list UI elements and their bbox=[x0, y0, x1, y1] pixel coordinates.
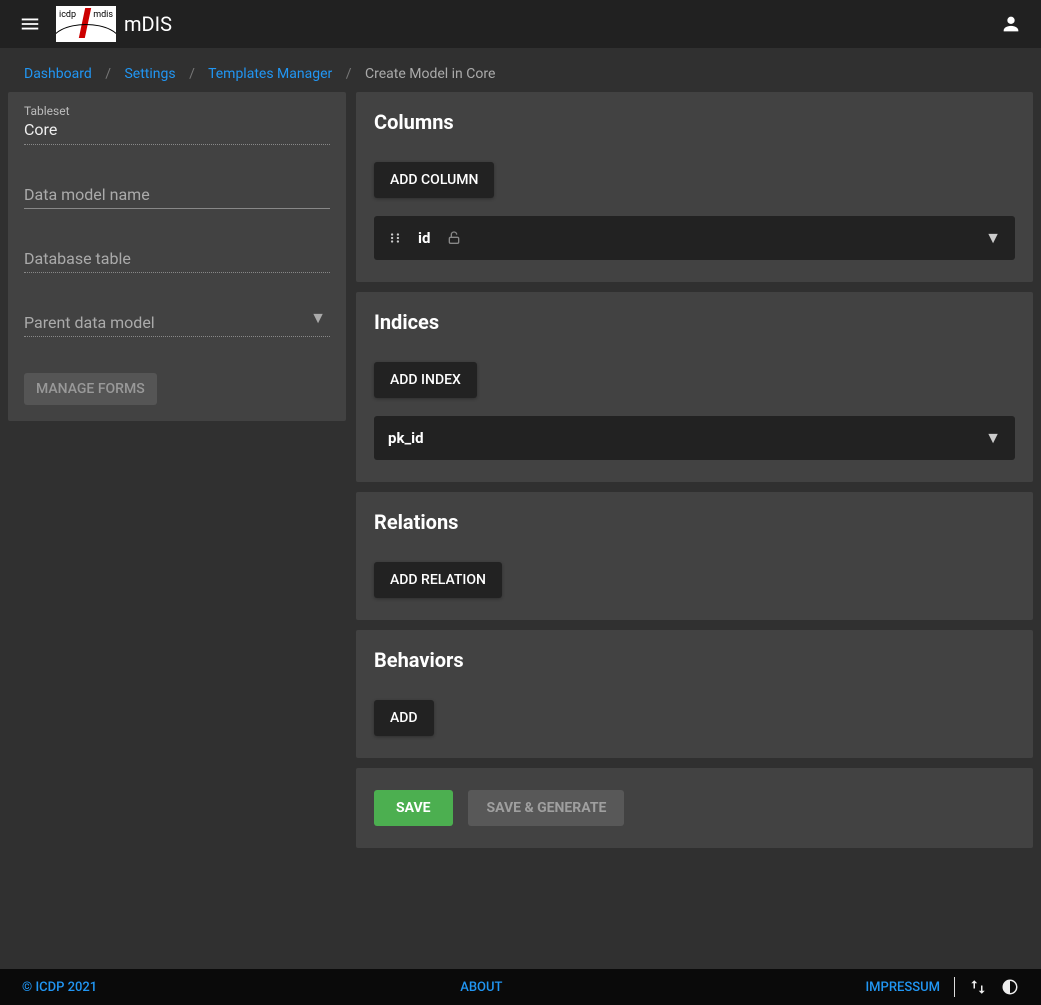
columns-card: Columns ADD COLUMN id ▼ bbox=[356, 92, 1033, 282]
parent-model-select[interactable]: Parent data model ▼ bbox=[24, 305, 330, 337]
actions-card: SAVE SAVE & GENERATE bbox=[356, 768, 1033, 848]
app-title: mDIS bbox=[124, 12, 172, 36]
section-title: Indices bbox=[374, 310, 1015, 334]
user-icon[interactable] bbox=[989, 2, 1033, 46]
add-relation-button[interactable]: ADD RELATION bbox=[374, 562, 502, 598]
menu-icon[interactable] bbox=[8, 2, 52, 46]
footer: © ICDP 2021 ABOUT IMPRESSUM bbox=[0, 969, 1041, 1005]
add-behavior-button[interactable]: ADD bbox=[374, 700, 434, 736]
logo: icdpmdis bbox=[56, 6, 116, 42]
save-button[interactable]: SAVE bbox=[374, 790, 453, 826]
relations-card: Relations ADD RELATION bbox=[356, 492, 1033, 620]
section-title: Behaviors bbox=[374, 648, 1015, 672]
breadcrumb-current: Create Model in Core bbox=[365, 66, 495, 82]
expand-icon[interactable]: ▼ bbox=[985, 428, 1001, 448]
model-name-field[interactable]: Data model name bbox=[24, 177, 330, 209]
breadcrumb: Dashboard / Settings / Templates Manager… bbox=[0, 48, 1041, 92]
manage-forms-button: MANAGE FORMS bbox=[24, 373, 157, 405]
topbar: icdpmdis mDIS bbox=[0, 0, 1041, 48]
impressum-link[interactable]: IMPRESSUM bbox=[866, 980, 941, 995]
chevron-down-icon: ▼ bbox=[310, 308, 326, 328]
add-column-button[interactable]: ADD COLUMN bbox=[374, 162, 494, 198]
drag-handle-icon[interactable] bbox=[388, 231, 402, 245]
contrast-icon[interactable] bbox=[1001, 978, 1019, 996]
save-generate-button: SAVE & GENERATE bbox=[468, 790, 624, 826]
behaviors-card: Behaviors ADD bbox=[356, 630, 1033, 758]
copyright: © ICDP 2021 bbox=[22, 980, 97, 995]
index-row[interactable]: pk_id ▼ bbox=[374, 416, 1015, 460]
breadcrumb-link[interactable]: Settings bbox=[124, 66, 175, 82]
breadcrumb-link[interactable]: Dashboard bbox=[24, 66, 92, 82]
about-link[interactable]: ABOUT bbox=[460, 980, 502, 995]
index-name: pk_id bbox=[388, 429, 424, 447]
breadcrumb-link[interactable]: Templates Manager bbox=[208, 66, 332, 82]
column-row[interactable]: id ▼ bbox=[374, 216, 1015, 260]
column-name: id bbox=[418, 229, 430, 247]
section-title: Columns bbox=[374, 110, 1015, 134]
db-table-field[interactable]: Database table bbox=[24, 241, 330, 273]
divider bbox=[954, 977, 955, 997]
add-index-button[interactable]: ADD INDEX bbox=[374, 362, 477, 398]
expand-icon[interactable]: ▼ bbox=[985, 228, 1001, 248]
side-panel: Tableset Core Data model name Database t… bbox=[8, 92, 346, 421]
tableset-field[interactable]: Tableset Core bbox=[24, 104, 330, 145]
lock-icon bbox=[446, 230, 462, 246]
swap-icon[interactable] bbox=[969, 978, 987, 996]
indices-card: Indices ADD INDEX pk_id ▼ bbox=[356, 292, 1033, 482]
section-title: Relations bbox=[374, 510, 1015, 534]
